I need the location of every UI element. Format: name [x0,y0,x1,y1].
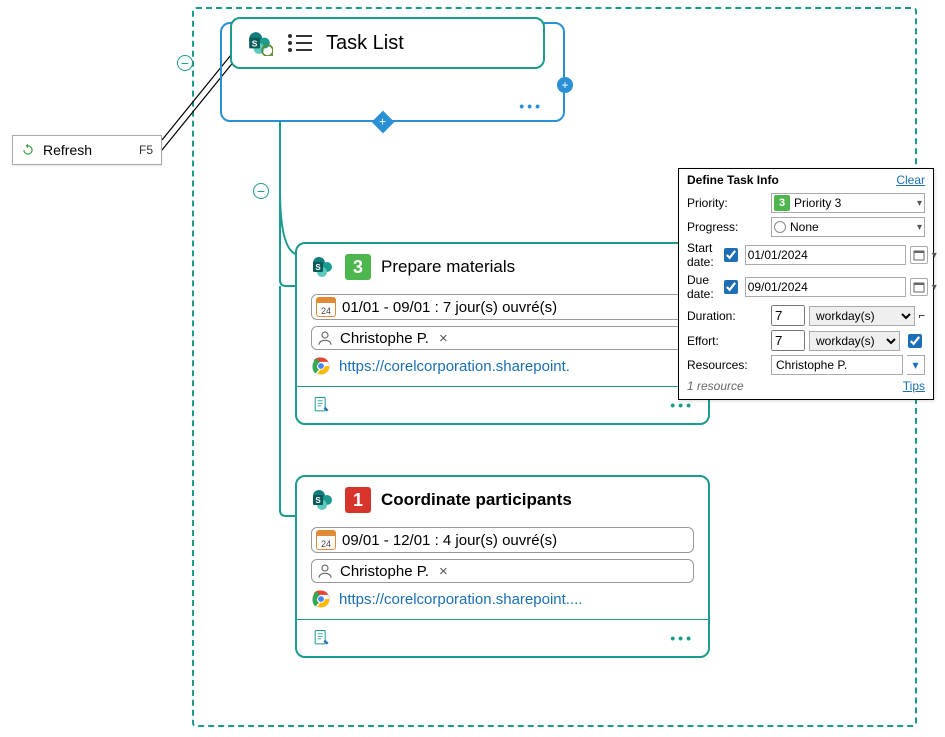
start-date-input[interactable] [745,245,906,265]
note-icon[interactable] [311,395,331,415]
add-sibling-button[interactable]: + [557,77,573,93]
root-more-icon[interactable]: ••• [519,98,543,114]
priority-select[interactable]: 3 Priority 3 ▾ [771,193,925,213]
effort-unit-select[interactable]: workday(s) [809,331,900,351]
link-text: https://corelcorporation.sharepoint. [339,358,570,375]
assignee-pill[interactable]: Christophe P. × [311,326,694,350]
svg-text:S: S [315,496,321,505]
label-effort: Effort: [687,334,765,348]
context-menu: Refresh F5 [12,135,162,165]
progress-select[interactable]: None ▾ [771,217,925,237]
clear-link[interactable]: Clear [896,173,925,187]
calendar-icon: 24 [316,530,336,550]
date-range-pill[interactable]: 24 09/01 - 12/01 : 4 jour(s) ouvré(s) [311,527,694,553]
label-priority: Priority: [687,196,765,210]
assignee-name: Christophe P. [340,330,429,347]
priority-badge: 3 [345,254,371,280]
label-progress: Progress: [687,220,765,234]
sharepoint-icon: S [246,29,274,57]
task-card[interactable]: S 3 Prepare materials 24 01/01 - 09/01 :… [295,242,710,425]
refresh-icon [21,143,35,157]
note-icon[interactable] [311,628,331,648]
due-date-input[interactable] [745,277,906,297]
collapse-toggle-children[interactable]: − [253,183,269,199]
collapse-toggle-root[interactable]: − [177,55,193,71]
priority-badge: 1 [345,487,371,513]
date-range-text: 09/01 - 12/01 : 4 jour(s) ouvré(s) [342,532,557,549]
remove-assignee-button[interactable]: × [439,563,448,580]
duration-unit-select[interactable]: workday(s) [809,306,915,326]
menu-item-shortcut: F5 [139,143,153,157]
list-icon [288,34,312,52]
assignee-name: Christophe P. [340,563,429,580]
start-date-checkbox[interactable] [724,248,738,262]
chevron-down-icon[interactable]: ▾ [932,282,937,293]
due-date-checkbox[interactable] [724,280,738,294]
person-icon [316,562,334,580]
tips-link[interactable]: Tips [903,379,925,393]
date-range-text: 01/01 - 09/01 : 7 jour(s) ouvré(s) [342,299,557,316]
task-link[interactable]: https://corelcorporation.sharepoint. [311,356,694,376]
root-title-chip[interactable]: S Task List [230,17,545,69]
remove-assignee-button[interactable]: × [439,330,448,347]
menu-item-label: Refresh [43,142,92,158]
menu-item-refresh[interactable]: Refresh F5 [15,140,159,160]
calendar-icon: 24 [316,297,336,317]
task-more-icon[interactable]: ••• [670,630,694,646]
sharepoint-icon: S [311,255,335,279]
person-icon [316,329,334,347]
task-info-panel: Define Task Info Clear Priority: 3 Prior… [678,168,934,400]
root-node[interactable]: S Task List + + ••• [220,22,565,122]
label-due-date: Due date: [687,273,714,301]
task-card[interactable]: S 1 Coordinate participants 24 09/01 - 1… [295,475,710,658]
task-title: Prepare materials [381,257,515,277]
task-title: Coordinate participants [381,490,572,510]
chevron-down-icon: ▾ [917,222,922,233]
svg-text:S: S [252,38,258,48]
root-title: Task List [326,32,404,55]
resource-count: 1 resource [687,379,744,393]
effort-link-checkbox[interactable] [908,334,922,348]
priority-mini-icon: 3 [774,195,790,211]
label-resources: Resources: [687,358,765,372]
calendar-picker-icon[interactable] [910,246,928,264]
assignee-pill[interactable]: Christophe P. × [311,559,694,583]
chevron-down-icon[interactable]: ▾ [932,250,937,261]
date-range-pill[interactable]: 24 01/01 - 09/01 : 7 jour(s) ouvré(s) [311,294,694,320]
progress-empty-icon [774,221,786,233]
panel-title: Define Task Info [687,173,779,187]
resource-input[interactable]: Christophe P. [771,355,903,375]
chrome-icon [311,589,331,609]
sharepoint-icon: S [311,488,335,512]
task-link[interactable]: https://corelcorporation.sharepoint.... [311,589,694,609]
label-duration: Duration: [687,309,765,323]
link-text: https://corelcorporation.sharepoint.... [339,591,582,608]
chevron-down-icon: ▾ [917,198,922,209]
link-toggle-icon[interactable]: ⌐ [919,310,925,322]
calendar-picker-icon[interactable] [910,278,928,296]
label-start-date: Start date: [687,241,714,269]
effort-input[interactable] [771,330,805,351]
chrome-icon [311,356,331,376]
resource-dropdown-button[interactable]: ▾ [907,355,925,375]
svg-text:S: S [315,263,321,272]
duration-input[interactable] [771,305,805,326]
